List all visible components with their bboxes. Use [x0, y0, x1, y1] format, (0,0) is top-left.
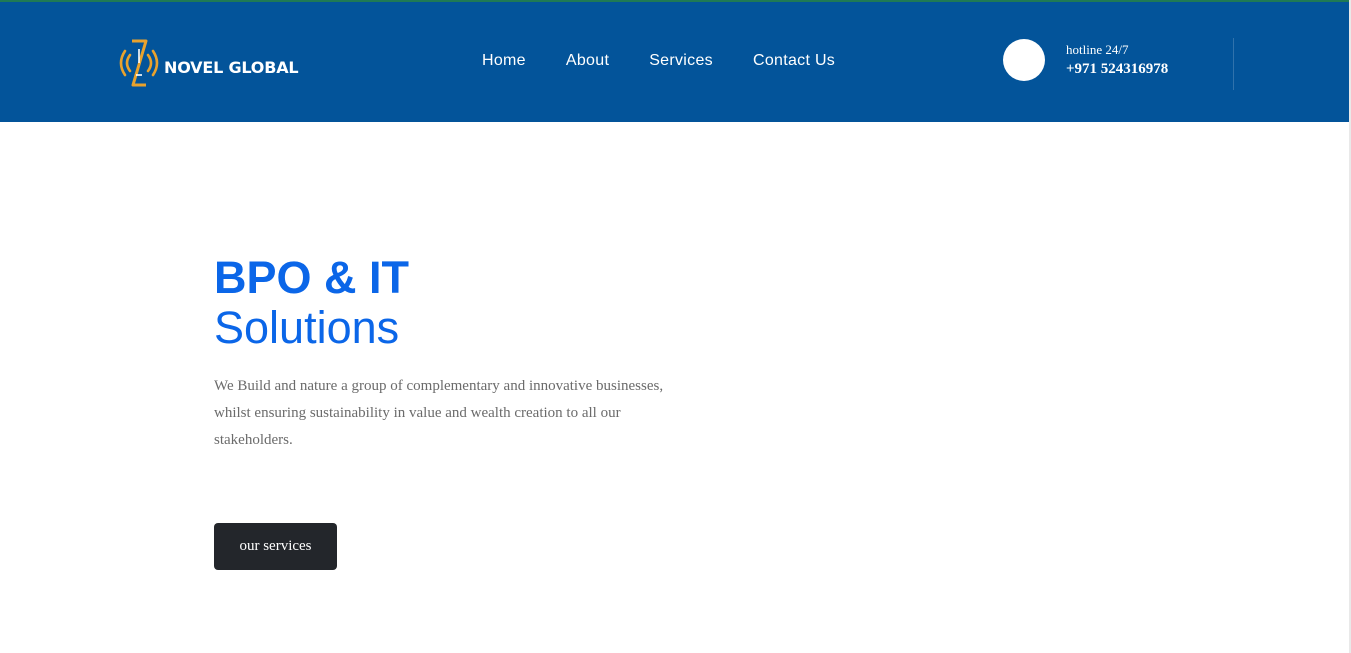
our-services-button[interactable]: our services: [214, 523, 337, 570]
hero-description: We Build and nature a group of complemen…: [214, 378, 664, 448]
nav-home[interactable]: Home: [482, 50, 526, 72]
logo-text: NOVEL GLOBAL: [164, 57, 299, 77]
site-header: NOVEL GLOBAL Home About Services Contact…: [0, 2, 1351, 122]
nav-about[interactable]: About: [566, 50, 609, 72]
hotline-number-link[interactable]: +971 524316978: [1066, 60, 1168, 78]
novel-global-logo-icon: [118, 35, 160, 91]
hero-title-line2: Solutions: [214, 302, 400, 353]
main-navigation: Home About Services Contact Us: [482, 50, 875, 72]
nav-contact-us[interactable]: Contact Us: [753, 50, 835, 72]
header-divider: [1233, 38, 1234, 90]
hero-title-line1: BPO & IT: [214, 252, 410, 303]
hotline-label: hotline 24/7: [1066, 42, 1129, 57]
nav-services[interactable]: Services: [649, 50, 713, 72]
logo-link[interactable]: NOVEL GLOBAL: [118, 34, 299, 92]
phone-icon: [1003, 39, 1045, 81]
